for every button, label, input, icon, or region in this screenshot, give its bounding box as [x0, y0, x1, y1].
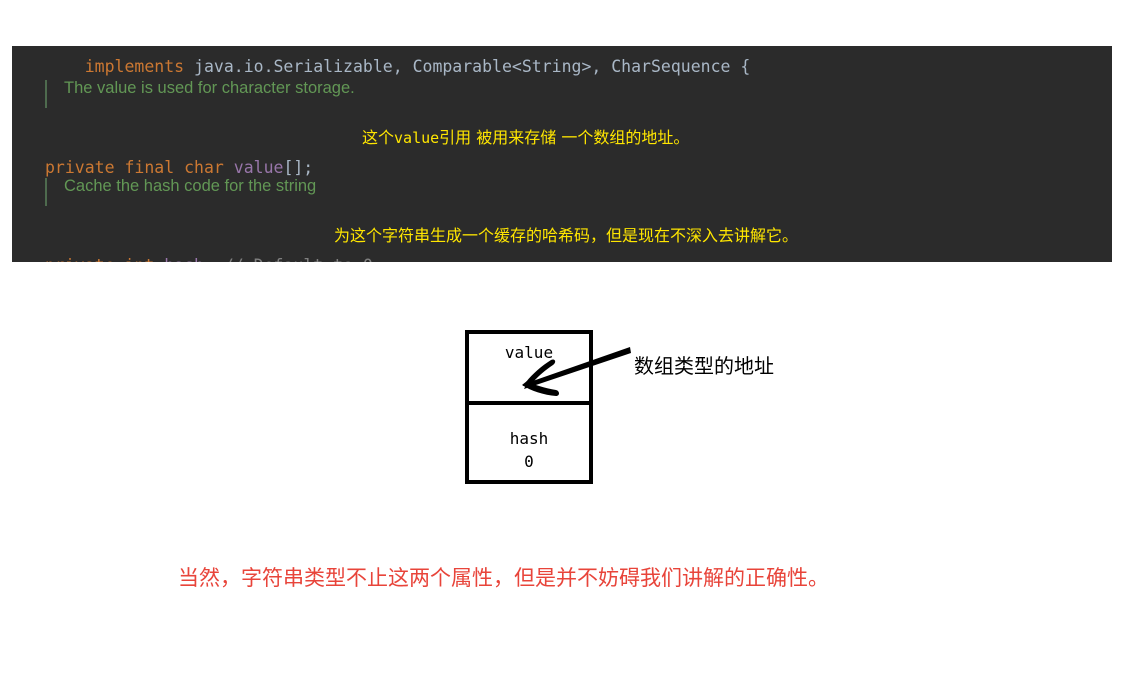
- object-field-hash-label: hash: [509, 429, 549, 448]
- annotation-value-code: value: [394, 129, 440, 147]
- hash-modifiers: private: [45, 256, 115, 262]
- object-field-value-cell: value: [469, 334, 589, 405]
- declaration-spacer: [184, 57, 194, 76]
- field-declaration-value: private final char value[];: [45, 158, 314, 177]
- value-array-suffix: [];: [283, 158, 314, 177]
- annotation-hash-default: 默认值为 0: [392, 257, 471, 262]
- implemented-interfaces: java.io.Serializable, Comparable<String>…: [194, 56, 751, 76]
- object-field-hash-cell: hash 0: [469, 405, 589, 480]
- annotation-value-field: 这个value引用 被用来存储 一个数组的地址。: [362, 124, 689, 148]
- arrow-label-array-address: 数组类型的地址: [634, 354, 774, 378]
- hash-space-1: [115, 256, 125, 262]
- hash-space-2: [154, 256, 164, 262]
- annotation-value-suffix: 引用 被用来存储 一个数组的地址。: [439, 128, 690, 147]
- hash-space-3: [214, 256, 224, 262]
- code-editor-panel[interactable]: implements java.io.Serializable, Compara…: [12, 46, 1112, 262]
- annotation-value-prefix: 这个: [362, 128, 395, 147]
- field-declaration-hash: private int hash; // Default to 0: [45, 256, 373, 262]
- hash-name: hash: [164, 256, 204, 262]
- value-space-1: [174, 158, 184, 177]
- value-modifiers: private final: [45, 158, 175, 177]
- javadoc-text-hash: Cache the hash code for the string: [64, 177, 317, 195]
- javadoc-text-value: The value is used for character storage.: [64, 79, 355, 97]
- implements-keyword: implements: [84, 56, 185, 76]
- annotation-hash-field: 为这个字符串生成一个缓存的哈希码，但是现在不深入去讲解它。: [334, 226, 799, 245]
- footer-note: 当然，字符串类型不止这两个属性，但是并不妨碍我们讲解的正确性。: [178, 566, 829, 590]
- javadoc-bar-icon: [45, 80, 47, 108]
- hash-line-comment: // Default to 0: [224, 256, 373, 262]
- hash-type: int: [124, 256, 154, 262]
- object-field-hash-value: 0: [524, 452, 534, 472]
- value-type: char: [184, 158, 224, 177]
- hash-terminator: ;: [204, 256, 214, 262]
- javadoc-bar-icon: [45, 178, 47, 206]
- string-object-box: value hash 0: [465, 330, 593, 484]
- value-name: value: [233, 158, 284, 177]
- object-field-value-label: value: [504, 343, 554, 362]
- value-space-2: [224, 158, 234, 177]
